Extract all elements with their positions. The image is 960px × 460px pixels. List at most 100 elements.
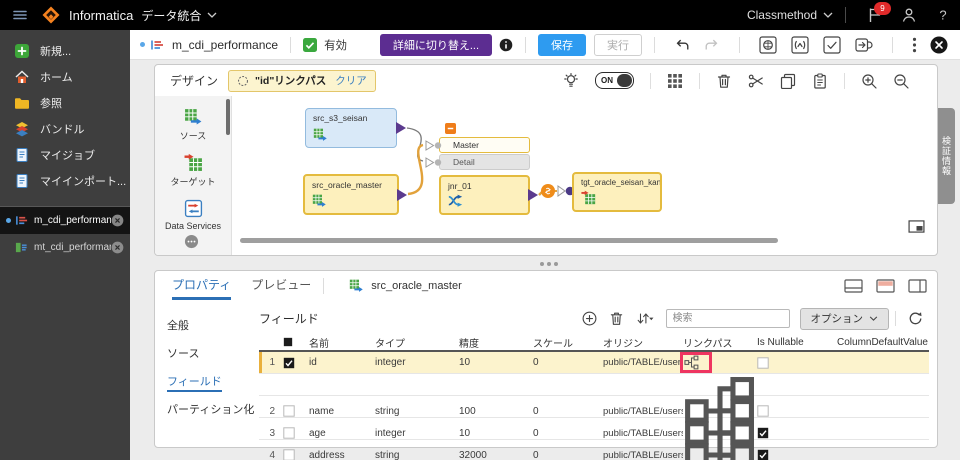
- undo-icon[interactable]: [674, 38, 690, 52]
- options-button[interactable]: オプション: [800, 308, 890, 330]
- linkpath-icon[interactable]: [683, 418, 757, 460]
- linkpath-icon[interactable]: [684, 355, 699, 370]
- table-row[interactable]: 2namestring1000public/TABLE/users: [259, 374, 929, 396]
- sidebar-item-home[interactable]: ホーム: [0, 64, 130, 90]
- palette-more-icon[interactable]: [184, 234, 199, 249]
- nullable-checkbox[interactable]: [757, 357, 769, 369]
- layout-right-icon[interactable]: [908, 279, 927, 293]
- design-body: ソースターゲット Data Services src_s3_seisan: [155, 96, 937, 255]
- palette-item-source[interactable]: ソース: [155, 107, 231, 142]
- table-row[interactable]: 1idinteger100public/TABLE/users: [259, 352, 929, 374]
- node-joiner[interactable]: jnr_01: [439, 175, 530, 215]
- row-checkbox[interactable]: [283, 449, 295, 460]
- properties-nav-item[interactable]: 全般: [163, 311, 257, 339]
- output-port[interactable]: [528, 189, 538, 201]
- sidebar-item-my-jobs[interactable]: マイジョブ: [0, 142, 130, 168]
- close-tab-icon[interactable]: [111, 214, 124, 227]
- switch-to-advanced-button[interactable]: 詳細に切り替え...: [380, 34, 492, 56]
- tab-properties[interactable]: プロパティ: [172, 271, 231, 300]
- row-checkbox[interactable]: [283, 357, 295, 369]
- properties-nav-item[interactable]: ソース: [163, 339, 257, 367]
- org-chevron-down-icon[interactable]: [823, 12, 833, 18]
- globe-panel-icon[interactable]: [759, 36, 777, 54]
- layout-maximize-icon[interactable]: [876, 279, 895, 293]
- paste-icon[interactable]: [812, 73, 828, 89]
- input-port-icon[interactable]: [425, 157, 443, 168]
- run-button[interactable]: 実行: [594, 34, 642, 56]
- sidebar-item-new-plus[interactable]: 新規...: [0, 38, 130, 64]
- node-label: tgt_oracle_seisan_kanri: [574, 174, 660, 187]
- tab-preview[interactable]: プレビュー: [251, 271, 311, 300]
- sidebar-item-my-import[interactable]: マイインポート...: [0, 168, 130, 194]
- sort-icon[interactable]: [636, 311, 654, 326]
- node-source-oracle[interactable]: src_oracle_master: [303, 174, 399, 215]
- redo-icon[interactable]: [704, 38, 720, 52]
- notifications-flag-icon[interactable]: 9: [867, 7, 883, 23]
- layout-grid-icon[interactable]: [667, 73, 683, 89]
- sidebar-item-folder[interactable]: 参照: [0, 90, 130, 116]
- palette-scrollbar[interactable]: [226, 99, 230, 135]
- input-port-icon[interactable]: [425, 140, 443, 151]
- org-name[interactable]: Classmethod: [747, 8, 817, 22]
- properties-nav-item[interactable]: フィールド: [163, 367, 257, 395]
- expression-panel-icon[interactable]: [791, 36, 809, 54]
- design-tab[interactable]: デザイン: [170, 72, 218, 89]
- output-port[interactable]: [397, 189, 407, 201]
- service-name[interactable]: データ統合: [141, 7, 201, 24]
- linked-icon[interactable]: [541, 184, 555, 198]
- zoom-out-icon[interactable]: [893, 73, 909, 89]
- divider: [845, 7, 846, 23]
- nullable-checkbox[interactable]: [757, 405, 769, 417]
- save-button[interactable]: 保存: [538, 34, 586, 56]
- sidebar-open-tab[interactable]: m_cdi_performance: [0, 207, 130, 234]
- recommendations-toggle[interactable]: ON: [595, 72, 634, 89]
- node-source-s3[interactable]: src_s3_seisan: [305, 108, 397, 148]
- properties-nav-item[interactable]: パーティション化: [163, 395, 257, 423]
- nullable-checkbox[interactable]: [757, 427, 769, 439]
- row-checkbox[interactable]: [283, 427, 295, 439]
- palette-item-target[interactable]: ターゲット: [155, 153, 231, 188]
- open-tab-label: m_cdi_performance: [34, 215, 111, 226]
- joiner-master-row[interactable]: Master: [439, 137, 530, 153]
- close-tab-icon[interactable]: [111, 241, 124, 254]
- joiner-detail-row[interactable]: Detail: [439, 154, 530, 170]
- svg-text:?: ?: [939, 8, 946, 23]
- collapse-group-icon[interactable]: [445, 123, 456, 134]
- more-actions-icon[interactable]: [912, 36, 917, 54]
- fit-to-screen-icon[interactable]: [908, 220, 925, 233]
- cut-icon[interactable]: [748, 73, 764, 89]
- canvas-horizontal-scrollbar[interactable]: [240, 238, 778, 243]
- hamburger-menu-icon[interactable]: [12, 7, 28, 23]
- sidebar-open-tab[interactable]: mt_cdi_performan...: [0, 234, 130, 261]
- panel-splitter-handle[interactable]: [540, 262, 544, 266]
- design-panel: デザイン "id"リンクパス クリア ON: [154, 64, 938, 256]
- output-port[interactable]: [396, 122, 406, 134]
- layout-bottom-icon[interactable]: [844, 279, 863, 293]
- chevron-down-icon[interactable]: [207, 12, 217, 18]
- zoom-in-icon[interactable]: [861, 73, 877, 89]
- delete-field-icon[interactable]: [609, 311, 624, 326]
- row-checkbox[interactable]: [283, 405, 295, 417]
- validation-panel-icon[interactable]: [823, 36, 841, 54]
- valid-check-icon: [303, 38, 317, 52]
- help-icon[interactable]: ?: [935, 7, 951, 23]
- mapping-canvas[interactable]: src_s3_seisan src_oracle_master Master: [232, 96, 937, 255]
- copy-icon[interactable]: [780, 73, 796, 89]
- linkpath-clear-button[interactable]: クリア: [335, 73, 367, 88]
- nullable-checkbox[interactable]: [757, 449, 769, 460]
- recommendations-bulb-icon[interactable]: [563, 73, 579, 89]
- palette-item-data-services[interactable]: Data Services: [155, 199, 231, 231]
- search-input[interactable]: [666, 309, 790, 328]
- node-target[interactable]: tgt_oracle_seisan_kanri: [572, 172, 662, 212]
- delete-icon[interactable]: [716, 73, 732, 89]
- close-asset-icon[interactable]: [930, 36, 948, 54]
- user-profile-icon[interactable]: [901, 7, 917, 23]
- add-field-icon[interactable]: [582, 311, 597, 326]
- right-panel-tab[interactable]: 検証情報: [938, 108, 955, 204]
- info-icon[interactable]: [499, 38, 513, 52]
- field-name-cell: name: [309, 406, 375, 417]
- sidebar-item-bundle[interactable]: バンドル: [0, 116, 130, 142]
- refresh-icon[interactable]: [908, 311, 923, 326]
- select-all-checkbox[interactable]: [283, 337, 293, 347]
- deploy-panel-icon[interactable]: [855, 36, 873, 54]
